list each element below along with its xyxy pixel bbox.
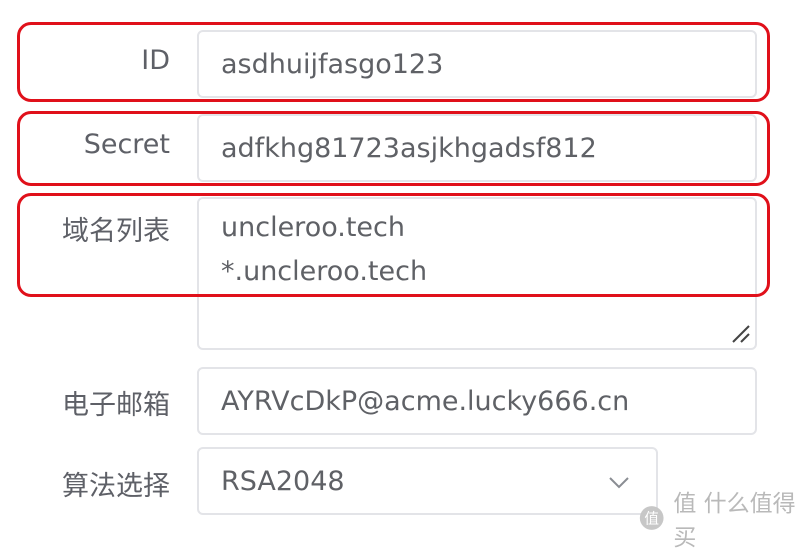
svg-text:值: 值 (644, 510, 659, 527)
secret-label: Secret (83, 129, 170, 160)
zhi-logo-icon: 值 (639, 506, 664, 530)
domains-line-1: uncleroo.tech (221, 212, 405, 243)
domains-textarea[interactable]: uncleroo.tech *.uncleroo.tech (197, 197, 757, 350)
email-label: 电子邮箱 (62, 390, 170, 421)
resize-handle-icon[interactable] (729, 322, 751, 344)
chevron-down-icon (609, 477, 629, 489)
algorithm-selected-value: RSA2048 (221, 465, 345, 497)
algorithm-select[interactable]: RSA2048 (197, 447, 658, 515)
id-label: ID (141, 45, 170, 76)
secret-value: adfkhg81723asjkhgadsf812 (221, 132, 597, 164)
watermark: 值 值 什么值得买 (638, 484, 806, 552)
id-value: asdhuijfasgo123 (221, 48, 444, 80)
email-input[interactable]: AYRVcDkP@acme.lucky666.cn (197, 367, 757, 435)
watermark-text: 值 什么值得买 (673, 491, 796, 551)
algorithm-label: 算法选择 (62, 471, 170, 502)
domains-line-2: *.uncleroo.tech (221, 256, 428, 287)
secret-input[interactable]: adfkhg81723asjkhgadsf812 (197, 114, 757, 182)
email-value: AYRVcDkP@acme.lucky666.cn (221, 385, 630, 417)
id-input[interactable]: asdhuijfasgo123 (197, 30, 757, 98)
domains-label: 域名列表 (62, 216, 170, 247)
